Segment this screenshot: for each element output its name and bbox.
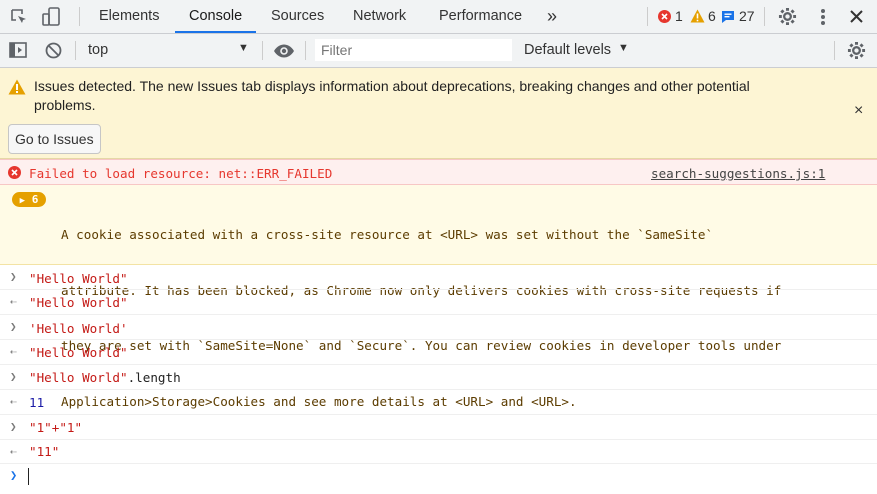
toolbar-divider [262,41,263,60]
input-chevron-icon: ❯ [10,270,17,283]
live-expression-eye-icon[interactable] [273,44,295,61]
input-expression: "1"+"1" [29,420,83,435]
toolbar-divider [305,41,306,60]
result-value: "Hello World" [29,295,128,310]
message-count-icon [721,10,735,26]
warning-repeat-badge: ▶ 6 [12,192,46,207]
tab-bar-divider [764,7,765,26]
warning-icon [8,79,26,98]
console-result-line: ⇠ "Hello World" [0,290,877,315]
context-selector[interactable]: top ▼ [82,34,254,67]
result-arrow-icon: ⇠ [10,445,17,458]
console-input-line: ❯ 'Hello World' [0,315,877,340]
console-prompt[interactable]: ❯ [0,464,877,494]
console-settings-gear-icon[interactable] [847,41,866,63]
context-selector-value: top [88,42,109,58]
more-tabs-button[interactable]: » [547,0,557,33]
toolbar-divider [834,41,835,60]
settings-gear-icon[interactable] [778,7,797,29]
dropdown-arrow-icon: ▼ [238,42,249,54]
result-arrow-icon: ⇠ [10,395,17,408]
tab-console[interactable]: Console [174,0,257,33]
error-count[interactable]: 1 [675,8,683,24]
text-cursor [28,468,29,485]
error-source-link[interactable]: search-suggestions.js:1 [651,166,825,181]
warning-repeat-count: 6 [31,193,39,206]
tab-network[interactable]: Network [353,0,406,33]
show-sidebar-icon[interactable] [9,42,27,61]
tab-elements[interactable]: Elements [99,0,159,33]
console-result-line: ⇠ "11" [0,440,877,464]
log-levels-dropdown[interactable]: Default levels ▼ [516,34,632,67]
toolbar-divider [75,41,76,60]
issues-banner: Issues detected. The new Issues tab disp… [0,68,877,159]
input-expression-suffix: .length [127,370,181,385]
result-arrow-icon: ⇠ [10,345,17,358]
filter-input[interactable] [315,39,512,61]
tab-sources[interactable]: Sources [271,0,324,33]
error-count-icon [658,10,671,26]
result-value: 11 [29,395,45,410]
console-input-line: ❯ "Hello World" [0,265,877,290]
go-to-issues-button[interactable]: Go to Issues [8,124,101,154]
close-banner-icon[interactable]: × [854,102,863,120]
warning-count-icon [690,9,705,26]
console-result-line: ⇠ "Hello World" [0,340,877,365]
clear-console-icon[interactable] [45,42,62,62]
console-result-line: ⇠ 11 [0,390,877,415]
result-value: "Hello World" [29,345,128,360]
input-expression: 'Hello World' [29,321,128,336]
tab-performance[interactable]: Performance [439,0,522,33]
close-devtools-icon[interactable] [850,10,863,26]
warning-text-line: A cookie associated with a cross-site re… [61,227,714,242]
error-message-text: Failed to load resource: net::ERR_FAILED [29,166,333,181]
console-input-line: ❯ "1"+"1" [0,415,877,440]
tab-bar-divider [79,7,80,26]
input-chevron-icon: ❯ [10,420,17,433]
log-levels-label: Default levels [524,42,612,58]
console-toolbar: top ▼ Default levels ▼ [0,34,877,68]
console-input-line: ❯ "Hello World".length [0,365,877,390]
prompt-chevron-icon: ❯ [10,468,18,482]
device-toolbar-icon[interactable] [42,7,62,30]
devtools-tab-bar: Elements Console Sources Network Perform… [0,0,877,34]
input-expression: "Hello World" [29,271,128,286]
result-arrow-icon: ⇠ [10,295,17,308]
error-icon [8,166,21,182]
input-chevron-icon: ❯ [10,370,17,383]
dropdown-arrow-icon: ▼ [618,42,629,54]
tab-bar-divider [647,7,648,26]
inspect-element-icon[interactable] [10,8,28,29]
console-warning-message[interactable]: ▶ 6 A cookie associated with a cross-sit… [0,185,877,409]
issues-banner-text: Issues detected. The new Issues tab disp… [34,78,750,113]
input-chevron-icon: ❯ [10,320,17,333]
warning-count[interactable]: 6 [708,8,716,24]
message-count[interactable]: 27 [739,8,755,24]
input-expression: "Hello World" [29,370,128,385]
console-error-message: Failed to load resource: net::ERR_FAILED… [0,159,877,185]
more-options-icon[interactable] [820,8,826,29]
result-value: "11" [29,444,60,459]
